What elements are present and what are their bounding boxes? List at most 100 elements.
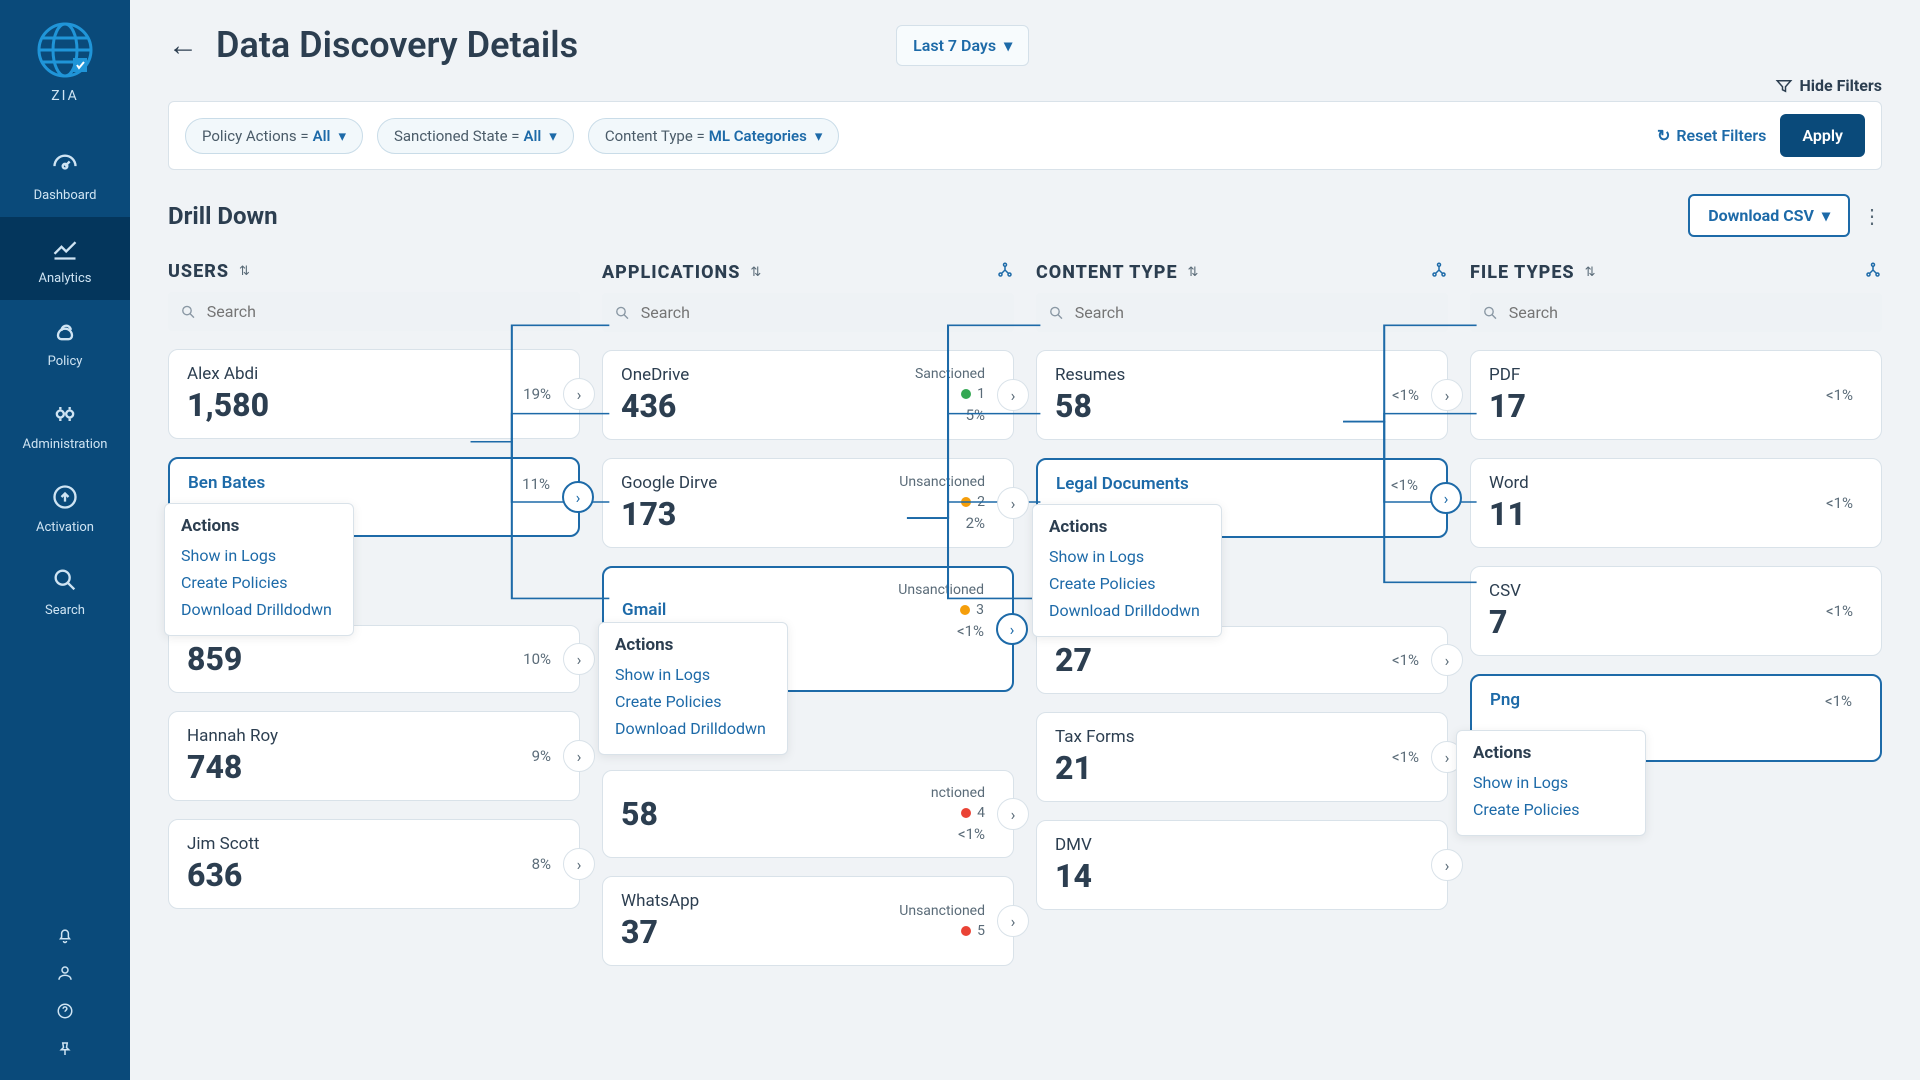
actions-popup: Actions Show in Logs Create Policies [1456,730,1646,836]
sidebar-item-search[interactable]: Search [0,549,130,632]
expand-icon[interactable]: › [562,481,594,513]
search-input[interactable] [641,303,1002,322]
expand-icon[interactable]: › [563,848,595,880]
file-type-card[interactable]: PDF17 <1% [1470,350,1882,440]
sidebar-item-dashboard[interactable]: Dashboard [0,134,130,217]
action-show-in-logs[interactable]: Show in Logs [1049,543,1205,570]
file-types-search[interactable] [1470,293,1882,332]
filter-pill-sanctioned-state[interactable]: Sanctioned State = All ▾ [377,118,574,154]
chevron-down-icon: ▾ [815,127,823,145]
hide-filters-toggle[interactable]: Hide Filters [1775,76,1882,95]
sidebar-label: Policy [48,354,83,369]
sidebar-item-analytics[interactable]: Analytics [0,217,130,300]
expand-icon[interactable]: › [563,740,595,772]
download-csv-button[interactable]: Download CSV ▾ [1688,194,1850,237]
action-show-in-logs[interactable]: Show in Logs [615,661,771,688]
distribution-icon[interactable] [1430,261,1448,283]
action-create-policies[interactable]: Create Policies [1049,570,1205,597]
expand-icon[interactable]: › [997,798,1029,830]
filter-bar: Policy Actions = All ▾ Sanctioned State … [168,101,1882,170]
brand-name: ZIA [51,88,78,104]
application-card[interactable]: 58 nctioned4<1% › [602,770,1014,858]
sidebar-label: Search [45,603,85,618]
column-users: USERS ⇅ Alex Abdi1,580 19% › Ben Bates 1… [168,261,580,984]
search-input[interactable] [1509,303,1870,322]
sort-icon[interactable]: ⇅ [750,265,761,280]
expand-icon[interactable]: › [997,487,1029,519]
sidebar-item-activation[interactable]: Activation [0,466,130,549]
column-title: CONTENT TYPE [1036,262,1178,283]
page-title: Data Discovery Details [216,24,578,66]
expand-icon[interactable]: › [1430,482,1462,514]
chevron-down-icon: ▾ [1004,36,1012,55]
distribution-icon[interactable] [996,261,1014,283]
action-create-policies[interactable]: Create Policies [181,569,337,596]
users-search[interactable] [168,292,580,331]
time-range-label: Last 7 Days [913,36,996,55]
application-card-selected[interactable]: Gmail Unsanctioned3<1% › Actions Show in… [602,566,1014,692]
action-show-in-logs[interactable]: Show in Logs [1473,769,1629,796]
application-card[interactable]: Google Dirve173 Unsanctioned22% › [602,458,1014,548]
file-type-card[interactable]: CSV7 <1% [1470,566,1882,656]
sort-icon[interactable]: ⇅ [1188,265,1199,280]
user-card[interactable]: Hannah Roy748 9% › [168,711,580,801]
action-create-policies[interactable]: Create Policies [615,688,771,715]
reset-filters-button[interactable]: ↻ Reset Filters [1657,126,1766,145]
drilldown-columns: USERS ⇅ Alex Abdi1,580 19% › Ben Bates 1… [168,261,1882,984]
status-dot [960,605,970,615]
more-menu-icon[interactable]: ⋮ [1862,204,1882,228]
distribution-icon[interactable] [1864,261,1882,283]
file-type-card-selected[interactable]: Png <1% Actions Show in Logs Create Poli… [1470,674,1882,762]
expand-icon[interactable]: › [1431,849,1463,881]
filter-pill-content-type[interactable]: Content Type = ML Categories ▾ [588,118,840,154]
sort-icon[interactable]: ⇅ [1585,265,1596,280]
status-dot [961,926,971,936]
content-type-card[interactable]: DMV14 › [1036,820,1448,910]
analytics-icon [48,231,82,265]
applications-search[interactable] [602,293,1014,332]
application-card[interactable]: WhatsApp37 Unsanctioned5 › [602,876,1014,966]
apply-button[interactable]: Apply [1780,114,1865,157]
expand-icon[interactable]: › [996,613,1028,645]
action-create-policies[interactable]: Create Policies [1473,796,1629,823]
content-type-card[interactable]: Tax Forms21 <1% › [1036,712,1448,802]
search-input[interactable] [1075,303,1436,322]
sidebar-item-administration[interactable]: Administration [0,383,130,466]
actions-popup: Actions Show in Logs Create Policies Dow… [164,503,354,636]
action-download-drilldown[interactable]: Download Drilldodwn [1049,597,1205,624]
action-show-in-logs[interactable]: Show in Logs [181,542,337,569]
user-card-selected[interactable]: Ben Bates 11% › Actions Show in Logs Cre… [168,457,580,537]
expand-icon[interactable]: › [997,379,1029,411]
user-card[interactable]: Jim Scott636 8% › [168,819,580,909]
time-range-selector[interactable]: Last 7 Days ▾ [896,25,1029,66]
expand-icon[interactable]: › [563,378,595,410]
content-type-card[interactable]: Resumes58 <1% › [1036,350,1448,440]
filter-pill-policy-actions[interactable]: Policy Actions = All ▾ [185,118,363,154]
column-content-type: CONTENT TYPE ⇅ Resumes58 <1% › Legal Doc… [1036,261,1448,984]
search-input[interactable] [207,302,568,321]
expand-icon[interactable]: › [1431,379,1463,411]
actions-popup: Actions Show in Logs Create Policies Dow… [598,622,788,755]
content-type-card-selected[interactable]: Legal Documents <1% › Actions Show in Lo… [1036,458,1448,538]
sidebar-label: Dashboard [34,188,97,203]
back-arrow-icon[interactable]: ← [168,28,198,63]
expand-icon[interactable]: › [997,905,1029,937]
dashboard-icon [48,148,82,182]
status-dot [961,389,971,399]
expand-icon[interactable]: › [563,643,595,675]
user-icon[interactable] [0,954,130,992]
sort-icon[interactable]: ⇅ [239,264,250,279]
main-content: ← Data Discovery Details Last 7 Days ▾ H… [130,0,1920,1080]
file-type-card[interactable]: Word11 <1% [1470,458,1882,548]
content-type-search[interactable] [1036,293,1448,332]
pin-icon[interactable] [0,1030,130,1068]
sidebar-item-policy[interactable]: Policy [0,300,130,383]
user-card[interactable]: Alex Abdi1,580 19% › [168,349,580,439]
action-download-drilldown[interactable]: Download Drilldodwn [615,715,771,742]
action-download-drilldown[interactable]: Download Drilldodwn [181,596,337,623]
help-icon[interactable] [0,992,130,1030]
notifications-icon[interactable] [0,916,130,954]
expand-icon[interactable]: › [1431,644,1463,676]
application-card[interactable]: OneDrive436 Sanctioned15% › [602,350,1014,440]
column-title: FILE TYPES [1470,262,1575,283]
